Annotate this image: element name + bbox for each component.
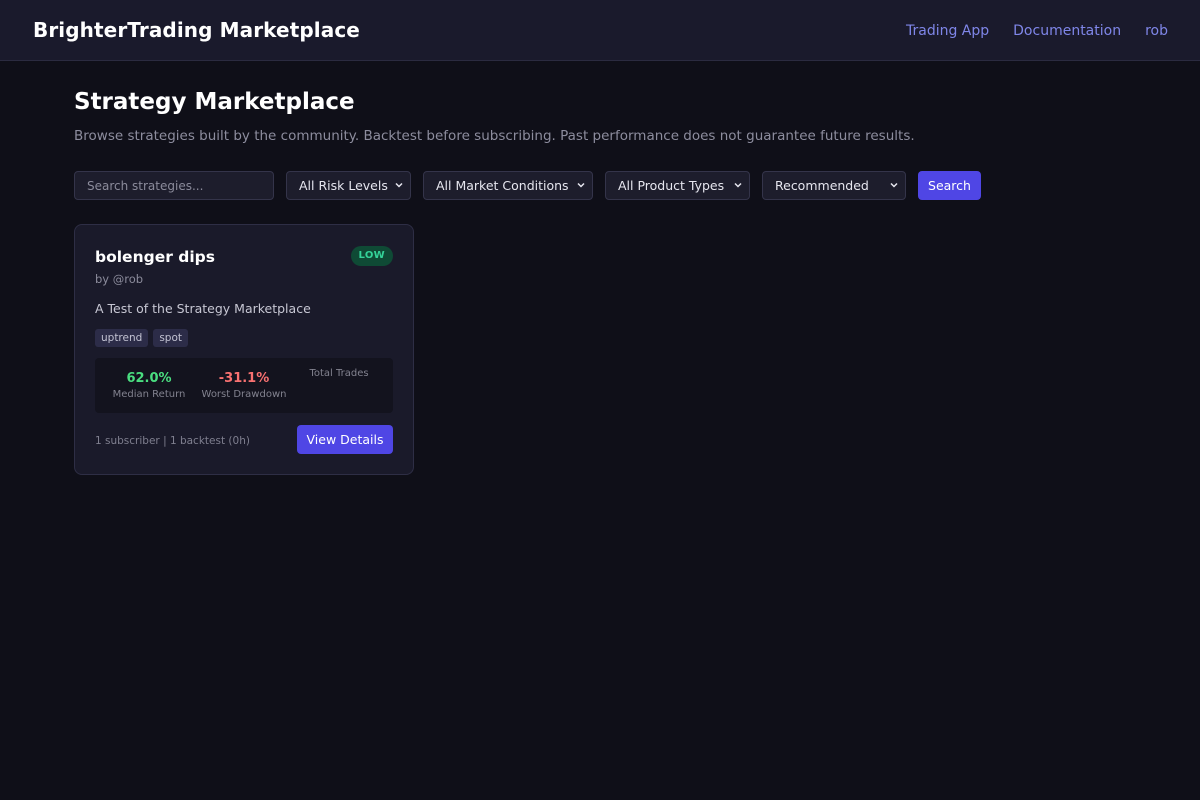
- strategy-card[interactable]: bolenger dips by @rob LOW A Test of the …: [74, 224, 414, 475]
- median-return-value: 62.0%: [126, 371, 172, 386]
- product-types-select-value: All Product Types: [618, 178, 725, 193]
- nav-link-trading-app[interactable]: Trading App: [906, 22, 989, 40]
- tag-spot: spot: [153, 329, 188, 347]
- market-conditions-select-value: All Market Conditions: [436, 178, 569, 193]
- page-subtitle: Browse strategies built by the community…: [74, 128, 915, 144]
- strategy-tags: uptrend spot: [95, 329, 188, 347]
- tag-uptrend: uptrend: [95, 329, 149, 347]
- product-types-select[interactable]: All Product Types: [605, 171, 750, 200]
- median-return-label: Median Return: [112, 389, 186, 400]
- market-conditions-select[interactable]: All Market Conditions: [423, 171, 593, 200]
- view-details-button[interactable]: View Details: [297, 425, 393, 454]
- strategy-footer-stats: 1 subscriber | 1 backtest (0h): [95, 435, 250, 447]
- chevron-down-icon: [733, 180, 743, 190]
- chevron-down-icon: [576, 180, 586, 190]
- risk-level-select-value: All Risk Levels: [299, 178, 388, 193]
- page-title: Strategy Marketplace: [74, 89, 355, 115]
- strategy-author: by @rob: [95, 272, 144, 286]
- top-nav-bar: BrighterTrading Marketplace Trading App …: [0, 0, 1200, 61]
- stat-worst-drawdown: -31.1% Worst Drawdown: [199, 358, 289, 400]
- stat-total-trades: Total Trades: [299, 358, 379, 379]
- total-trades-label: Total Trades: [309, 368, 369, 379]
- search-button[interactable]: Search: [918, 171, 981, 200]
- chevron-down-icon: [394, 180, 404, 190]
- sort-select-value: Recommended: [775, 178, 869, 193]
- sort-select[interactable]: Recommended: [762, 171, 906, 200]
- risk-badge: LOW: [350, 246, 393, 266]
- strategy-description: A Test of the Strategy Marketplace: [95, 301, 311, 316]
- chevron-down-icon: [889, 180, 899, 190]
- brand-title[interactable]: BrighterTrading Marketplace: [33, 18, 360, 42]
- risk-level-select[interactable]: All Risk Levels: [286, 171, 411, 200]
- worst-drawdown-label: Worst Drawdown: [201, 389, 287, 400]
- search-input[interactable]: [74, 171, 274, 200]
- strategy-name: bolenger dips: [95, 248, 215, 266]
- worst-drawdown-value: -31.1%: [218, 371, 270, 386]
- nav-links: Trading App Documentation rob: [906, 22, 1168, 40]
- nav-link-documentation[interactable]: Documentation: [1013, 22, 1121, 40]
- strategy-stats: 62.0% Median Return -31.1% Worst Drawdow…: [95, 358, 393, 413]
- nav-link-user[interactable]: rob: [1145, 22, 1168, 40]
- stat-median-return: 62.0% Median Return: [109, 358, 189, 400]
